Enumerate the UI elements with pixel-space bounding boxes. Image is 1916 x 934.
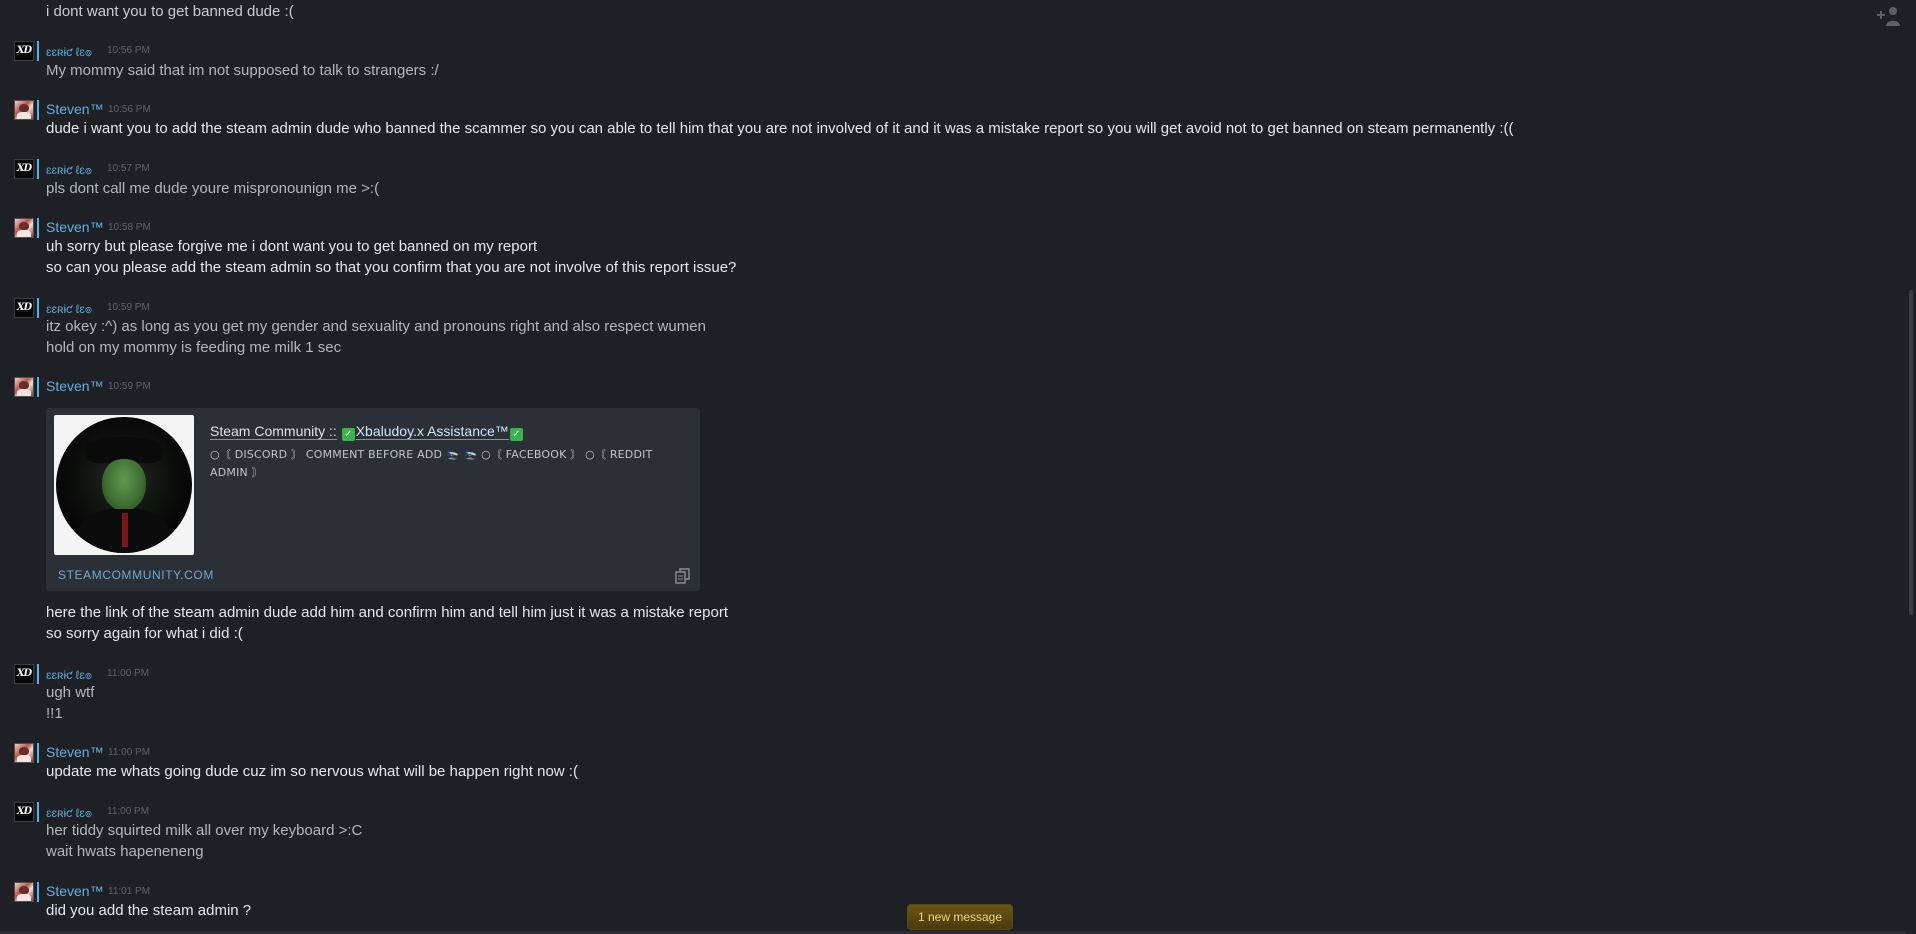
sender-name[interactable]: Steven™ bbox=[46, 378, 104, 394]
message-line: itz okey :^) as long as you get my gende… bbox=[46, 318, 706, 335]
avatar[interactable]: XD bbox=[14, 159, 34, 179]
online-status-bar bbox=[37, 298, 39, 318]
message-line: ugh wtf bbox=[46, 684, 95, 701]
message-line: dude i want you to add the steam admin d… bbox=[46, 120, 1514, 137]
online-status-bar bbox=[37, 802, 39, 822]
timestamp: 11:00 PM bbox=[107, 806, 150, 817]
add-friend-icon[interactable] bbox=[1874, 4, 1902, 28]
sender-name[interactable]: ɛɛʀɨƈ ℓɛ๏ bbox=[46, 44, 92, 60]
online-status-bar bbox=[37, 41, 39, 61]
avatar[interactable] bbox=[14, 743, 34, 763]
timestamp: 10:57 PM bbox=[107, 163, 150, 174]
avatar[interactable] bbox=[14, 882, 34, 902]
scrollbar[interactable] bbox=[1906, 0, 1916, 934]
online-status-bar bbox=[37, 100, 39, 120]
online-status-bar bbox=[37, 218, 39, 238]
message-line: i dont want you to get banned dude :( bbox=[46, 3, 294, 20]
sender-name[interactable]: Steven™ bbox=[46, 883, 104, 899]
timestamp: 10:59 PM bbox=[108, 381, 151, 392]
message-line: here the link of the steam admin dude ad… bbox=[46, 604, 728, 621]
embed-url[interactable]: STEAMCOMMUNITY.COM bbox=[58, 568, 214, 582]
avatar[interactable] bbox=[14, 100, 34, 120]
checkmark-icon: ✓ bbox=[341, 428, 355, 441]
checkmark-icon: ✓ bbox=[509, 428, 523, 441]
online-status-bar bbox=[37, 664, 39, 684]
message-line: !!1 bbox=[46, 705, 63, 722]
message-line: hold on my mommy is feeding me milk 1 se… bbox=[46, 339, 342, 356]
sender-name[interactable]: ɛɛʀɨƈ ℓɛ๏ bbox=[46, 805, 92, 821]
embed-profile-name[interactable]: Xbaludoy.x Assistance™ bbox=[355, 423, 509, 440]
embed-site-link[interactable]: Steam Community :: bbox=[210, 423, 337, 440]
message-line: My mommy said that im not supposed to ta… bbox=[46, 62, 439, 79]
sender-name[interactable]: ɛɛʀɨƈ ℓɛ๏ bbox=[46, 667, 92, 683]
timestamp: 11:00 PM bbox=[107, 668, 150, 679]
message-line: so sorry again for what i did :( bbox=[46, 625, 243, 642]
sender-name[interactable]: ɛɛʀɨƈ ℓɛ๏ bbox=[46, 162, 92, 178]
avatar[interactable]: XD bbox=[14, 298, 34, 318]
online-status-bar bbox=[37, 377, 39, 397]
sender-name[interactable]: Steven™ bbox=[46, 101, 104, 117]
timestamp: 10:59 PM bbox=[107, 302, 150, 313]
online-status-bar bbox=[37, 743, 39, 763]
online-status-bar bbox=[37, 882, 39, 902]
embed-title[interactable]: Steam Community :: ✓ Xbaludoy.x Assistanc… bbox=[210, 423, 524, 441]
timestamp: 11:01 PM bbox=[108, 886, 151, 897]
link-embed[interactable]: Steam Community :: ✓ Xbaludoy.x Assistanc… bbox=[46, 408, 700, 591]
timestamp: 10:56 PM bbox=[108, 104, 151, 115]
message-line: update me whats going dude cuz im so ner… bbox=[46, 763, 578, 780]
message-line: did you add the steam admin ? bbox=[46, 902, 252, 919]
avatar[interactable] bbox=[14, 218, 34, 238]
copy-link-icon[interactable] bbox=[674, 567, 692, 585]
message-line: wait hwats hapeneneng bbox=[46, 843, 204, 860]
profile-avatar-image[interactable] bbox=[54, 415, 194, 555]
avatar[interactable]: XD bbox=[14, 664, 34, 684]
message-line: uh sorry but please forgive me i dont wa… bbox=[46, 238, 538, 255]
timestamp: 11:00 PM bbox=[108, 747, 151, 758]
message-line: pls dont call me dude youre mispronounig… bbox=[46, 180, 380, 197]
online-status-bar bbox=[37, 159, 39, 179]
sender-name[interactable]: Steven™ bbox=[46, 219, 104, 235]
embed-description: ○〘 DISCORD 〙 COMMENT BEFORE ADD 🛬 🛬 ○〘 F… bbox=[210, 448, 653, 479]
timestamp: 10:58 PM bbox=[108, 222, 151, 233]
avatar[interactable] bbox=[14, 377, 34, 397]
timestamp: 10:56 PM bbox=[107, 45, 150, 56]
scrollbar-thumb[interactable] bbox=[1909, 290, 1913, 615]
avatar[interactable]: XD bbox=[14, 41, 34, 61]
message-line: so can you please add the steam admin so… bbox=[46, 259, 737, 276]
sender-name[interactable]: ɛɛʀɨƈ ℓɛ๏ bbox=[46, 301, 92, 317]
chat-window: i dont want you to get banned dude :( XD… bbox=[0, 0, 1916, 934]
new-message-button[interactable]: 1 new message bbox=[908, 905, 1012, 929]
message-line: her tiddy squirted milk all over my keyb… bbox=[46, 822, 363, 839]
sender-name[interactable]: Steven™ bbox=[46, 744, 104, 760]
avatar[interactable]: XD bbox=[14, 802, 34, 822]
